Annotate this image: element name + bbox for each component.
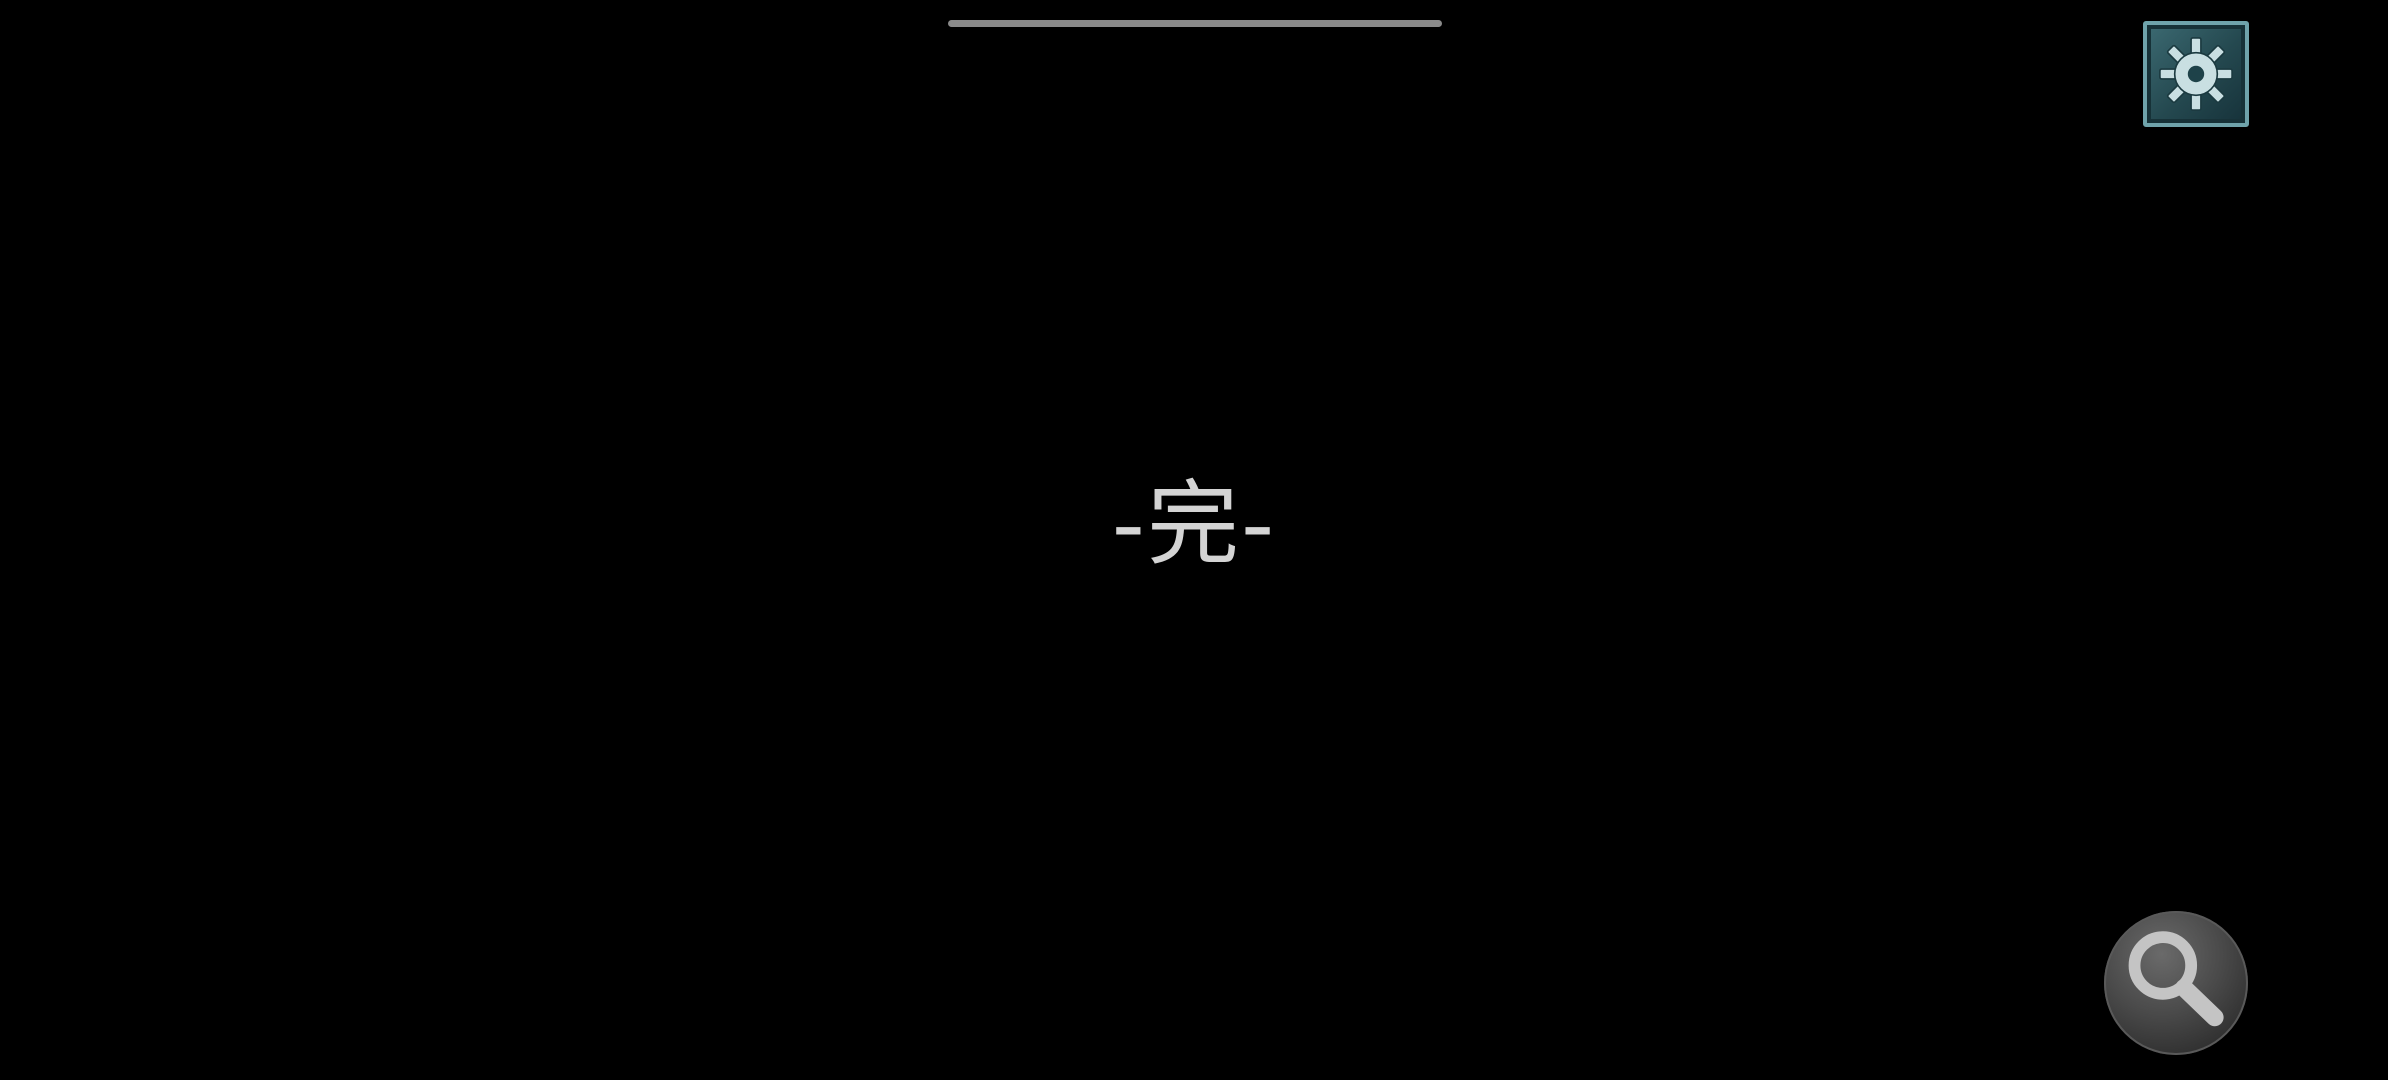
search-button[interactable]	[2104, 911, 2248, 1055]
settings-button[interactable]	[2143, 21, 2249, 127]
home-indicator-bar[interactable]	[948, 20, 1442, 27]
gear-icon	[2159, 37, 2233, 111]
end-title-text: -完-	[1111, 471, 1277, 578]
magnifier-icon	[2128, 931, 2224, 1027]
